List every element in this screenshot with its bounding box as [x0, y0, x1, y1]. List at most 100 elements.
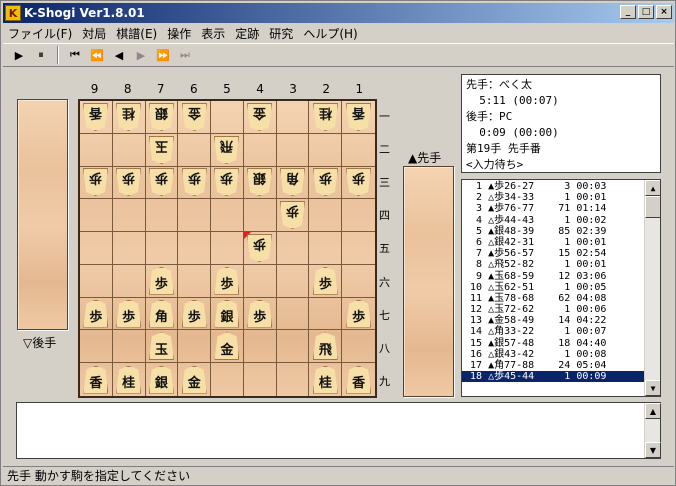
sente-piece-stand[interactable]: [403, 166, 454, 397]
rewind-icon[interactable]: ⏪: [87, 45, 107, 65]
sente-piece[interactable]: 桂: [116, 365, 142, 394]
sente-piece[interactable]: 歩: [346, 299, 372, 328]
kifu-row[interactable]: 16 △銀43-42 1 00:08: [462, 349, 644, 360]
board-square[interactable]: [178, 133, 212, 167]
sente-piece[interactable]: 歩: [312, 266, 338, 295]
gote-piece[interactable]: 金: [247, 103, 272, 131]
board-square[interactable]: [178, 232, 212, 265]
board-square[interactable]: 歩: [145, 166, 179, 200]
kifu-list[interactable]: 1 ▲歩26-27 3 00:03 2 △歩34-33 1 00:01 3 ▲歩…: [461, 179, 661, 397]
board-square[interactable]: [80, 133, 113, 167]
board-square[interactable]: [244, 363, 277, 396]
message-scrollbar[interactable]: ▲ ▼: [644, 403, 661, 458]
board-square[interactable]: [243, 264, 277, 298]
board-square[interactable]: 玉: [145, 133, 179, 167]
board-square[interactable]: 銀: [243, 166, 277, 200]
board-square[interactable]: 歩: [342, 298, 375, 331]
sente-piece[interactable]: 桂: [312, 365, 338, 394]
sente-piece[interactable]: 玉: [148, 332, 174, 361]
kifu-row[interactable]: 3 ▲歩76-77 71 01:14: [462, 203, 644, 214]
board-square[interactable]: [342, 134, 375, 167]
sente-piece[interactable]: 角: [148, 299, 174, 328]
gote-piece[interactable]: 歩: [313, 168, 338, 196]
board-square[interactable]: [145, 199, 179, 233]
board-square[interactable]: [342, 232, 375, 265]
board-square[interactable]: [178, 199, 212, 233]
kifu-row[interactable]: 15 ▲銀57-48 18 04:40: [462, 338, 644, 349]
board-square[interactable]: 歩: [211, 264, 244, 298]
board-square[interactable]: 歩: [80, 297, 113, 331]
board-square[interactable]: [342, 265, 375, 298]
first-move-icon[interactable]: ⏮: [65, 45, 85, 65]
sente-piece[interactable]: 金: [181, 365, 207, 394]
sente-piece[interactable]: 歩: [148, 266, 174, 295]
board-square[interactable]: 歩: [178, 166, 212, 200]
message-box[interactable]: ▲ ▼: [16, 402, 661, 459]
board-square[interactable]: [309, 133, 343, 167]
board-square[interactable]: 飛: [309, 330, 343, 364]
scroll-down-icon[interactable]: ▼: [645, 442, 661, 458]
gote-piece[interactable]: 角: [280, 168, 305, 196]
next-move-icon[interactable]: ▶: [131, 45, 151, 65]
pause-icon[interactable]: ⏸: [31, 45, 51, 65]
kifu-row[interactable]: 10 △玉62-51 1 00:05: [462, 282, 644, 293]
gote-piece-stand[interactable]: [17, 99, 68, 330]
board-square[interactable]: [112, 232, 146, 265]
sente-piece[interactable]: 歩: [83, 299, 109, 328]
kifu-row[interactable]: 12 △玉72-62 1 00:06: [462, 304, 644, 315]
gote-piece[interactable]: 歩: [280, 201, 305, 229]
board-square[interactable]: 歩: [112, 297, 146, 331]
board-square[interactable]: 歩: [80, 166, 113, 200]
menu-operation[interactable]: 操作: [162, 25, 196, 42]
fast-forward-icon[interactable]: ⏩: [153, 45, 173, 65]
scroll-up-icon[interactable]: ▲: [645, 180, 660, 196]
sente-piece[interactable]: 歩: [116, 299, 142, 328]
gote-piece[interactable]: 金: [182, 103, 207, 131]
board-square[interactable]: [178, 264, 212, 298]
board-square[interactable]: [80, 232, 113, 265]
gote-piece[interactable]: 歩: [83, 168, 108, 196]
board-square[interactable]: 歩: [342, 167, 375, 200]
sente-piece[interactable]: 香: [83, 365, 109, 394]
gote-piece[interactable]: 香: [346, 103, 371, 131]
board-square[interactable]: 歩: [276, 199, 310, 233]
gote-piece[interactable]: 歩: [149, 168, 174, 196]
kifu-row[interactable]: 1 ▲歩26-27 3 00:03: [462, 181, 644, 192]
board-square[interactable]: [80, 199, 113, 233]
shogi-board[interactable]: 香桂銀金金桂香玉飛歩歩歩歩歩銀角歩歩歩歩歩歩歩歩歩角歩銀歩歩玉金飛香桂銀金桂香: [78, 99, 377, 398]
board-square[interactable]: [211, 363, 244, 396]
board-square[interactable]: [276, 232, 310, 265]
board-square[interactable]: 銀: [145, 101, 179, 134]
board-square[interactable]: 金: [211, 330, 244, 364]
sente-piece[interactable]: 銀: [148, 365, 174, 394]
board-square[interactable]: 歩: [211, 166, 244, 200]
board-square[interactable]: 金: [178, 101, 212, 134]
board-square[interactable]: 金: [243, 101, 277, 134]
board-square[interactable]: 歩: [309, 264, 343, 298]
maximize-button[interactable]: □: [638, 5, 654, 19]
board-square[interactable]: 角: [276, 166, 310, 200]
sente-piece[interactable]: 香: [346, 365, 372, 394]
board-square[interactable]: [342, 199, 375, 233]
board-square[interactable]: 桂: [309, 101, 343, 134]
board-square[interactable]: 角: [145, 297, 179, 331]
board-square[interactable]: 玉: [145, 330, 179, 364]
gote-piece[interactable]: 歩: [346, 168, 371, 196]
gote-piece[interactable]: 銀: [149, 103, 174, 131]
board-square[interactable]: [276, 101, 310, 134]
kifu-row[interactable]: 13 ▲金58-49 14 04:22: [462, 315, 644, 326]
board-square[interactable]: [309, 232, 343, 265]
gote-piece[interactable]: 銀: [247, 168, 272, 196]
board-square[interactable]: [80, 330, 113, 364]
board-square[interactable]: [80, 264, 113, 298]
board-square[interactable]: [342, 330, 375, 364]
gote-piece[interactable]: 歩: [116, 168, 141, 196]
board-square[interactable]: [178, 330, 212, 364]
board-square[interactable]: [243, 133, 277, 167]
kifu-row[interactable]: 14 △角33-22 1 00:07: [462, 326, 644, 337]
sente-piece[interactable]: 歩: [247, 299, 273, 328]
scroll-down-icon[interactable]: ▼: [645, 380, 660, 396]
board-square[interactable]: 歩: [112, 166, 146, 200]
menu-help[interactable]: ヘルプ(H): [298, 25, 362, 42]
board-square[interactable]: 桂: [309, 363, 343, 396]
